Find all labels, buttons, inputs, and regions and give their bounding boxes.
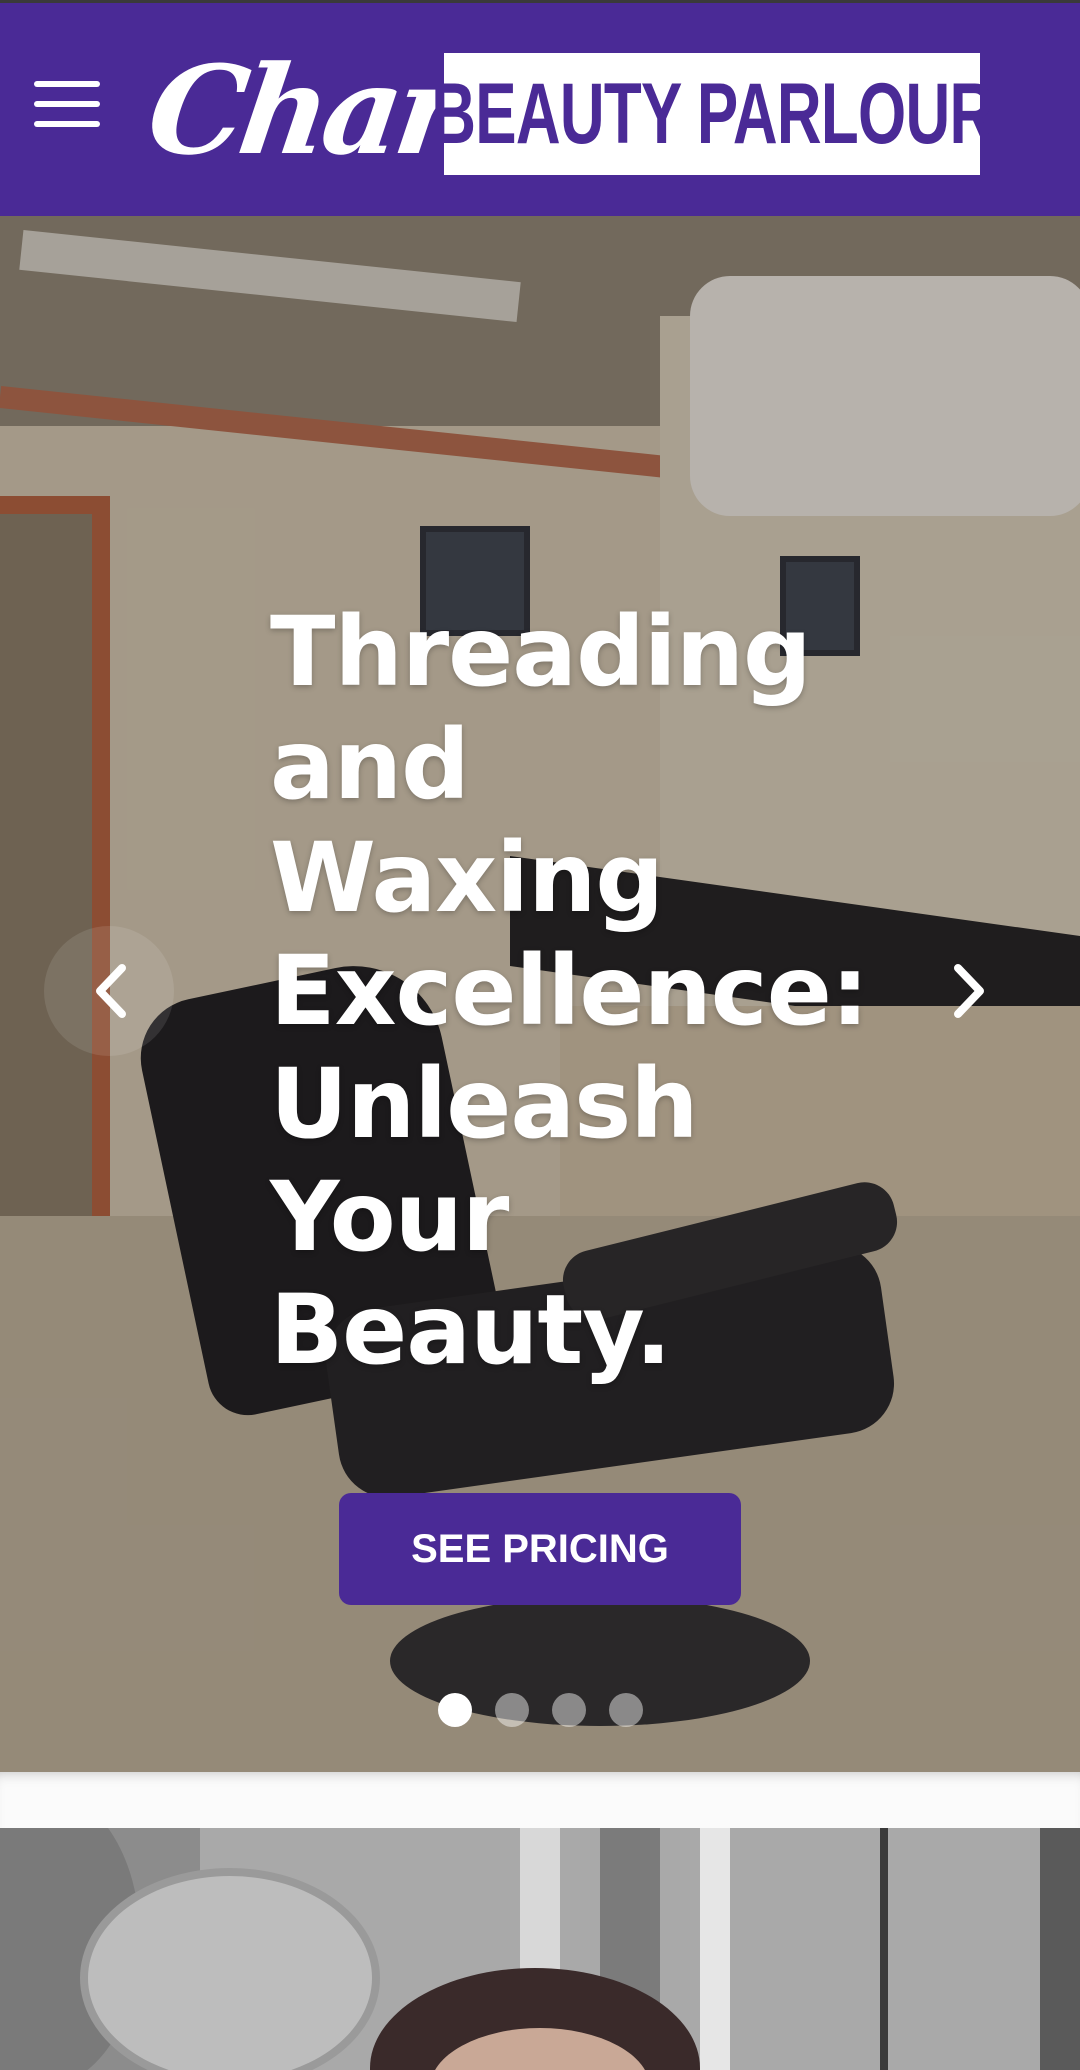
carousel-dot-1[interactable] (438, 1693, 472, 1727)
hero-title-line: Unleash (270, 1048, 699, 1160)
menu-icon-bar (34, 101, 100, 107)
carousel-dot-4[interactable] (609, 1693, 643, 1727)
site-logo[interactable]: Charm BEAUTY PARLOUR (140, 25, 994, 195)
see-pricing-button[interactable]: SEE PRICING (339, 1493, 741, 1605)
hamburger-menu-button[interactable] (30, 75, 104, 133)
site-header: Charm BEAUTY PARLOUR (0, 0, 1080, 216)
chevron-right-icon (954, 964, 984, 1018)
hero-title-line: Excellence: (270, 935, 869, 1047)
carousel-prev-button[interactable] (44, 926, 174, 1056)
carousel-dot-2[interactable] (495, 1693, 529, 1727)
hero-title-line: Beauty. (270, 1274, 672, 1386)
hero-title-line: Your (270, 1161, 509, 1273)
menu-icon-bar (34, 81, 100, 87)
menu-icon-bar (34, 121, 100, 127)
carousel-next-button[interactable] (906, 926, 1036, 1056)
hero-title-line: and (270, 709, 470, 821)
hero-carousel: Threading and Waxing Excellence: Unleash… (0, 216, 1080, 1772)
hero-title-line: Threading (270, 596, 812, 708)
section-divider (0, 1772, 1080, 1828)
carousel-indicators (438, 1693, 648, 1727)
hero-title-line: Waxing (270, 822, 664, 934)
next-section-photo (0, 1828, 1080, 2070)
hero-title: Threading and Waxing Excellence: Unleash… (270, 596, 890, 1387)
logo-box-text: BEAUTY PARLOUR (430, 66, 994, 162)
logo-box: BEAUTY PARLOUR (431, 53, 994, 175)
chevron-left-icon (96, 964, 126, 1018)
carousel-dot-3[interactable] (552, 1693, 586, 1727)
